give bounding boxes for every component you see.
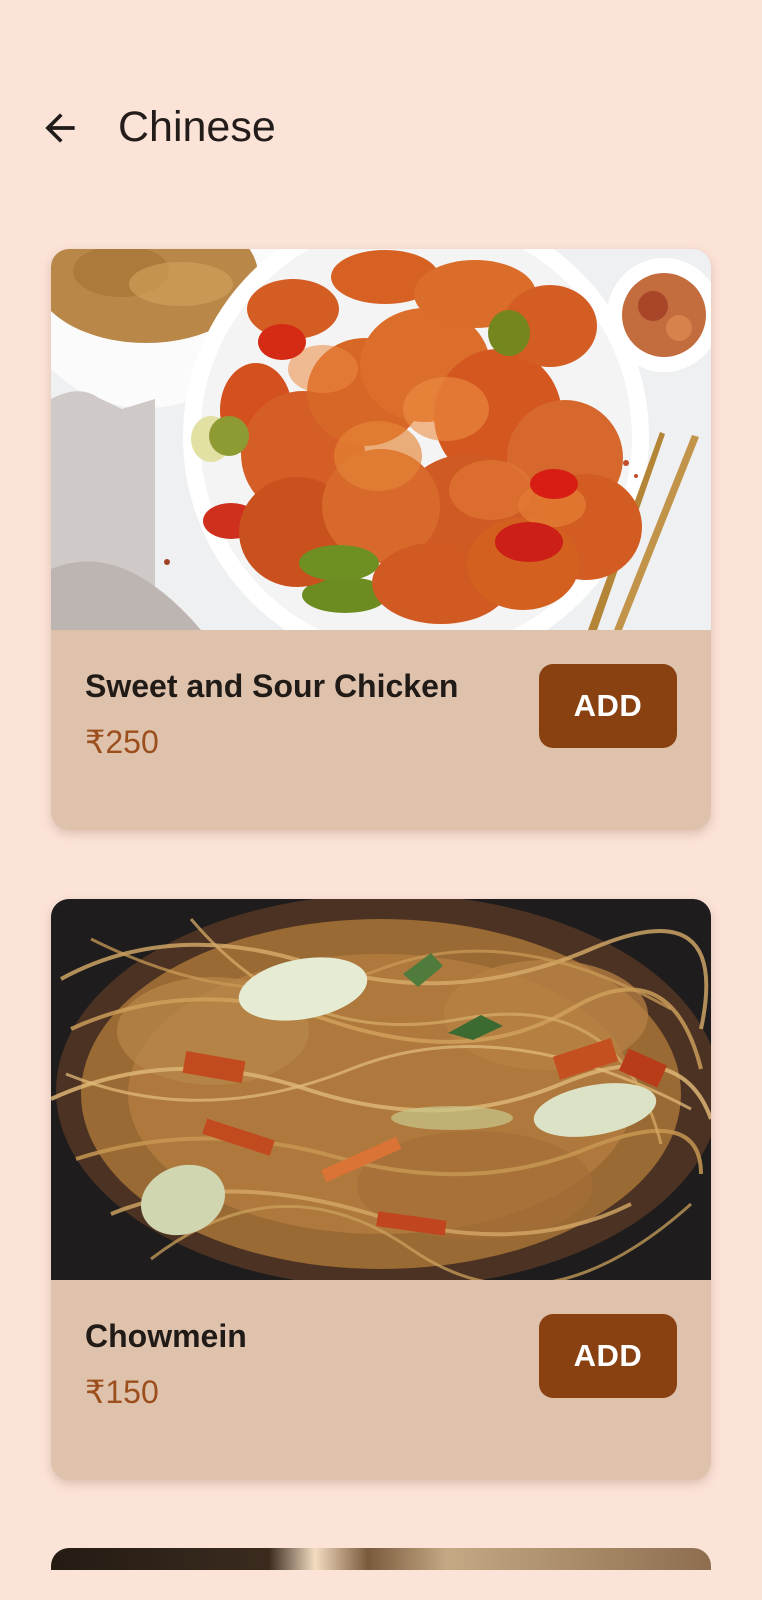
page-title: Chinese: [118, 103, 276, 151]
menu-item-card: Chowmein ₹150 ADD: [51, 899, 711, 1480]
back-button[interactable]: [34, 102, 86, 154]
next-menu-item-preview: [51, 1548, 711, 1570]
add-button[interactable]: ADD: [539, 664, 677, 748]
chowmein-photo: [51, 899, 711, 1280]
menu-item-card: Sweet and Sour Chicken ₹250 ADD: [51, 249, 711, 830]
dish-name: Sweet and Sour Chicken: [85, 668, 459, 704]
add-button[interactable]: ADD: [539, 1314, 677, 1398]
arrow-left-icon: [45, 113, 75, 143]
dish-price: ₹250: [85, 724, 159, 760]
dish-name: Chowmein: [85, 1318, 247, 1354]
menu-item-details: Chowmein ₹150 ADD: [51, 1280, 711, 1480]
menu-item-details: Sweet and Sour Chicken ₹250 ADD: [51, 630, 711, 830]
dish-price: ₹150: [85, 1374, 159, 1410]
sweet-and-sour-chicken-photo: [51, 249, 711, 630]
app-bar: Chinese: [0, 82, 762, 178]
